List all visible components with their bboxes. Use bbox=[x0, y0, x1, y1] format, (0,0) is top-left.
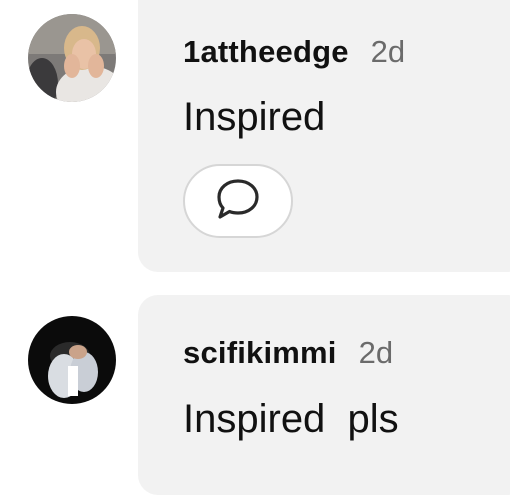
avatar-photo bbox=[28, 316, 116, 404]
comment-item: scifikimmi 2d Inspired pls bbox=[0, 295, 510, 495]
comment-text: Inspired pls bbox=[183, 397, 399, 441]
comment-text: Inspired bbox=[183, 95, 326, 139]
speech-bubble-icon bbox=[214, 177, 262, 226]
username[interactable]: scifikimmi bbox=[183, 335, 337, 371]
comment-header: 1attheedge 2d bbox=[183, 34, 405, 70]
reply-button[interactable] bbox=[183, 164, 293, 238]
comment-item: 1attheedge 2d Inspired bbox=[0, 0, 510, 280]
avatar[interactable] bbox=[28, 316, 116, 404]
avatar-photo bbox=[28, 14, 116, 102]
comment-bubble: 1attheedge 2d Inspired bbox=[138, 0, 510, 272]
comment-header: scifikimmi 2d bbox=[183, 335, 393, 371]
comment-bubble: scifikimmi 2d Inspired pls bbox=[138, 295, 510, 495]
comment-age: 2d bbox=[358, 335, 394, 370]
comment-age: 2d bbox=[370, 34, 406, 69]
username[interactable]: 1attheedge bbox=[183, 34, 349, 70]
avatar[interactable] bbox=[28, 14, 116, 102]
